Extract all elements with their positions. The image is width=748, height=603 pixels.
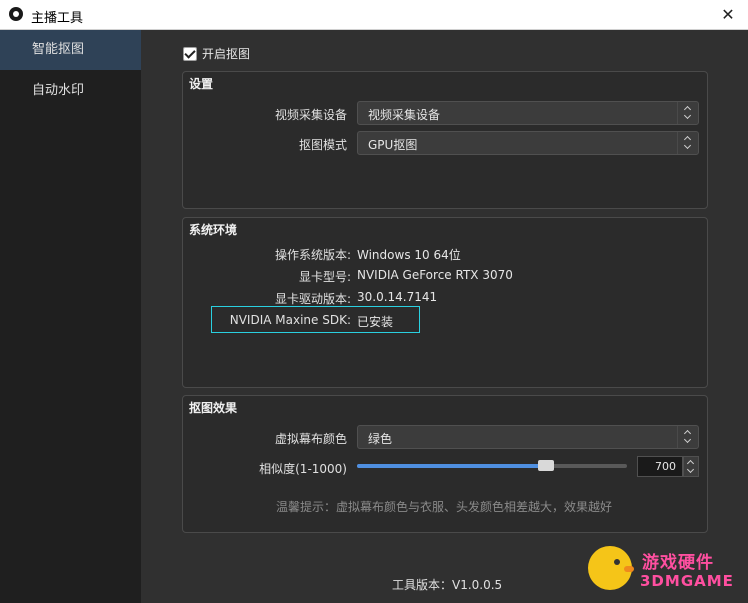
app-logo-icon <box>9 7 23 21</box>
enable-matting-label: 开启抠图 <box>202 47 251 61</box>
similarity-input[interactable]: 700 <box>637 456 683 477</box>
similarity-spinbox: 700 <box>637 456 699 477</box>
bg-color-label: 虚拟幕布颜色 <box>274 432 347 446</box>
window-title: 主播工具 <box>31 11 84 26</box>
video-device-value: 视频采集设备 <box>368 108 441 122</box>
driver-version-value: 30.0.14.7141 <box>357 290 438 304</box>
matting-mode-label: 抠图模式 <box>298 138 347 152</box>
updown-arrow-icon <box>677 102 698 124</box>
matting-mode-value: GPU抠图 <box>368 138 418 152</box>
effect-group-title: 抠图效果 <box>189 401 238 415</box>
bg-color-select[interactable]: 绿色 <box>357 425 699 449</box>
matting-mode-select[interactable]: GPU抠图 <box>357 131 699 155</box>
tip-text: 温馨提示：虚拟幕布颜色与衣服、头发颜色相差越大，效果越好 <box>276 500 613 514</box>
sidebar: 智能抠图 自动水印 <box>0 30 141 603</box>
watermark-line2: 3DMGAME <box>640 572 734 590</box>
enable-matting-checkbox[interactable] <box>183 46 197 61</box>
similarity-slider-fill <box>357 464 546 468</box>
similarity-slider[interactable] <box>357 460 627 471</box>
driver-version-label: 显卡驱动版本: <box>274 292 351 306</box>
system-group-title: 系统环境 <box>189 223 238 237</box>
sdk-label: NVIDIA Maxine SDK: <box>229 313 351 327</box>
site-watermark: 游戏硬件 3DMGAME <box>586 542 736 598</box>
tool-version: 工具版本：V1.0.0.5 <box>392 578 503 592</box>
watermark-line1: 游戏硬件 <box>642 553 714 573</box>
similarity-label: 相似度(1-1000) <box>259 462 347 476</box>
spin-buttons <box>683 456 699 477</box>
gpu-model-value: NVIDIA GeForce RTX 3070 <box>357 268 513 282</box>
spin-down-icon[interactable] <box>684 467 698 476</box>
sidebar-item-auto-watermark[interactable]: 自动水印 <box>0 71 141 111</box>
updown-arrow-icon <box>677 132 698 154</box>
settings-group-title: 设置 <box>189 77 214 91</box>
chick-mascot-icon <box>588 546 634 590</box>
spin-up-icon[interactable] <box>684 457 698 466</box>
sidebar-item-smart-matting[interactable]: 智能抠图 <box>0 30 141 70</box>
enable-matting-row[interactable]: 开启抠图 <box>183 45 250 62</box>
similarity-slider-handle[interactable] <box>538 460 554 471</box>
video-device-select[interactable]: 视频采集设备 <box>357 101 699 125</box>
os-version-label: 操作系统版本: <box>274 248 351 262</box>
sdk-status-value: 已安装 <box>357 315 394 329</box>
os-version-value: Windows 10 64位 <box>357 248 461 262</box>
video-device-label: 视频采集设备 <box>274 108 347 122</box>
close-button[interactable]: ✕ <box>708 0 748 29</box>
gpu-model-label: 显卡型号: <box>298 270 351 284</box>
title-bar: 主播工具 ✕ <box>0 0 748 30</box>
bg-color-value: 绿色 <box>368 432 393 446</box>
updown-arrow-icon <box>677 426 698 448</box>
